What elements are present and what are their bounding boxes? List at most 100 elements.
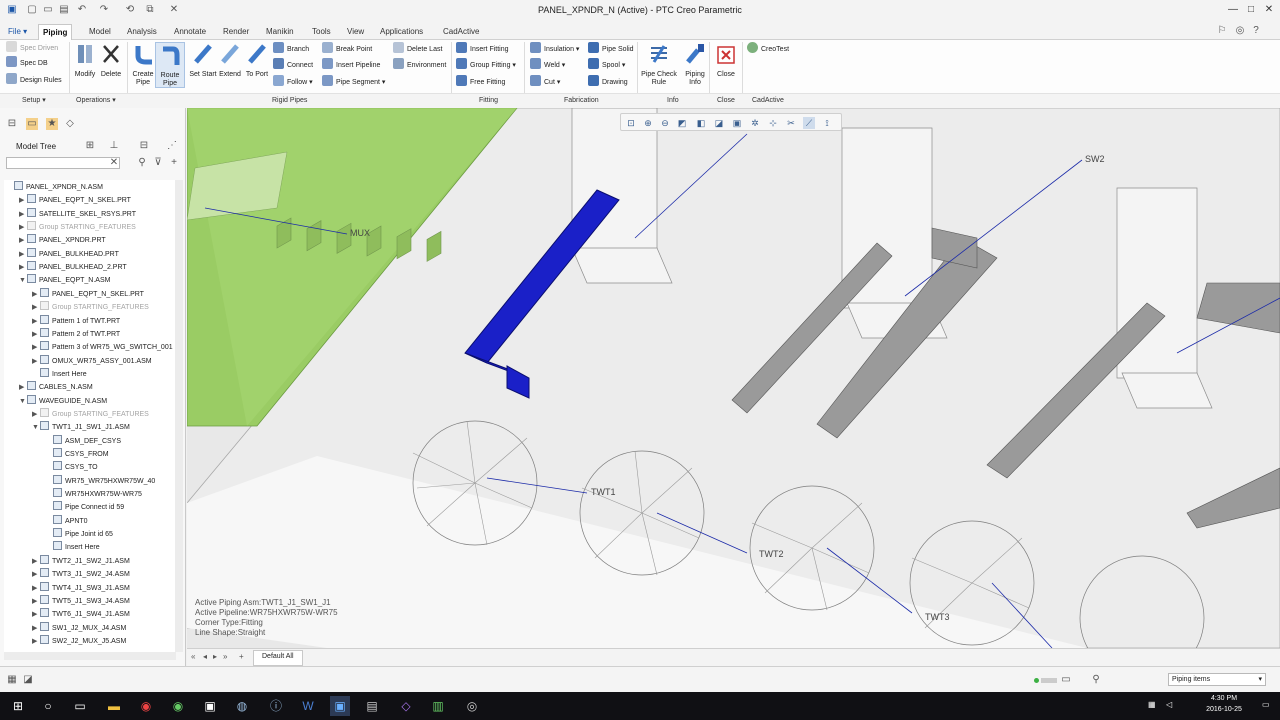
- tree-row[interactable]: ▶ SW1_J2_MUX_J4.ASM: [4, 621, 126, 635]
- tree-row[interactable]: ▶ PANEL_EQPT_N_SKEL.PRT: [4, 287, 144, 301]
- refit-icon[interactable]: ⊡: [625, 117, 637, 129]
- group-setup[interactable]: Setup ▾: [22, 95, 46, 107]
- maximize-icon[interactable]: □: [1244, 3, 1258, 17]
- chrome-alt-icon[interactable]: ◉: [168, 696, 188, 716]
- tree-row[interactable]: ▶ PANEL_BULKHEAD_2.PRT: [4, 261, 127, 274]
- piping-info-button[interactable]: Piping Info: [680, 42, 710, 88]
- close-icon[interactable]: ✕: [1262, 3, 1276, 17]
- task-view-icon[interactable]: ▭: [70, 696, 90, 716]
- tree-row[interactable]: ▶ Pattern 3 of WR75_WG_SWITCH_001: [4, 341, 173, 354]
- file-explorer-icon[interactable]: ▬: [104, 696, 124, 716]
- expand-icon[interactable]: ▶: [32, 568, 40, 581]
- selection-filter-icon[interactable]: ⚲: [1090, 674, 1102, 686]
- spec-driven-button[interactable]: Spec Driven: [6, 41, 58, 55]
- tab-default-all[interactable]: Default All: [253, 650, 303, 666]
- expand-icon[interactable]: ▶: [19, 221, 27, 234]
- tree-row[interactable]: APNT0: [4, 514, 88, 528]
- tab-nav-prev-icon[interactable]: ◂: [203, 652, 207, 661]
- pipe-check-rule-button[interactable]: Pipe Check Rule: [640, 42, 678, 88]
- model-3d-scene[interactable]: [187, 108, 1280, 648]
- tree-row[interactable]: ▶ TWT3_J1_SW2_J4.ASM: [4, 568, 130, 581]
- favorites-icon[interactable]: ★: [46, 118, 58, 130]
- collapse-icon[interactable]: ▼: [32, 421, 40, 434]
- tree-row[interactable]: Pipe Joint id 65: [4, 528, 113, 541]
- expand-icon[interactable]: ▶: [19, 234, 27, 247]
- settings-icon[interactable]: ◎: [1234, 25, 1246, 37]
- tree-options-icon[interactable]: ⋰: [166, 140, 178, 152]
- tree-row[interactable]: Insert Here: [4, 367, 87, 381]
- datum-display-icon[interactable]: ⊹: [767, 117, 779, 129]
- insulation-button[interactable]: Insulation ▾: [530, 42, 579, 56]
- creotest-button[interactable]: CreoTest: [747, 42, 789, 56]
- cut-button[interactable]: Cut ▾: [530, 75, 560, 89]
- tree-row[interactable]: CSYS_TO: [4, 461, 98, 474]
- expand-icon[interactable]: ▶: [19, 248, 27, 261]
- expand-icon[interactable]: ▶: [32, 555, 40, 568]
- tree-row[interactable]: ASM_DEF_CSYS: [4, 434, 121, 448]
- tab-nav-last-icon[interactable]: »: [223, 652, 227, 661]
- tree-row[interactable]: ▶ CABLES_N.ASM: [4, 381, 93, 394]
- free-fitting-button[interactable]: Free Fitting: [456, 75, 505, 89]
- tab-model[interactable]: Model: [85, 24, 115, 40]
- expand-icon[interactable]: ▶: [32, 608, 40, 621]
- zoom-out-icon[interactable]: ⊖: [659, 117, 671, 129]
- word-icon[interactable]: W: [298, 696, 318, 716]
- route-pipe-button[interactable]: Route Pipe: [155, 42, 185, 88]
- app-folder-icon[interactable]: ▤: [362, 696, 382, 716]
- zoom-in-icon[interactable]: ⊕: [642, 117, 654, 129]
- expand-icon[interactable]: ▶: [19, 208, 27, 221]
- tab-nav-next-icon[interactable]: ▸: [213, 652, 217, 661]
- pipe-display-icon[interactable]: ⟟: [821, 117, 833, 129]
- tree-row[interactable]: ▶ Group STARTING_FEATURES: [4, 221, 136, 234]
- connect-button[interactable]: Connect: [273, 58, 313, 72]
- notepad-icon[interactable]: ▥: [428, 696, 448, 716]
- tab-tools[interactable]: Tools: [308, 24, 335, 40]
- navigator-toggle-icon[interactable]: ▦: [6, 674, 18, 686]
- delete-last-button[interactable]: Delete Last: [393, 42, 442, 56]
- tree-row[interactable]: ▶ OMUX_WR75_ASSY_001.ASM: [4, 354, 152, 368]
- expand-icon[interactable]: ▶: [32, 341, 40, 354]
- tree-row[interactable]: Pipe Connect id 59: [4, 501, 124, 514]
- tree-row[interactable]: ▶ TWT4_J1_SW3_J1.ASM: [4, 581, 130, 595]
- add-tab-icon[interactable]: +: [239, 652, 244, 661]
- repaint-icon[interactable]: ◩: [676, 117, 688, 129]
- expand-icon[interactable]: ▶: [32, 595, 40, 608]
- folder-browser-icon[interactable]: ▭: [26, 118, 38, 130]
- expand-icon[interactable]: ▶: [19, 194, 27, 207]
- tree-row[interactable]: WR75HXWR75W-WR75: [4, 488, 142, 501]
- tab-piping[interactable]: Piping: [38, 24, 73, 40]
- help-icon[interactable]: ?: [1250, 25, 1262, 37]
- branch-button[interactable]: Branch: [273, 42, 309, 56]
- tree-search-input[interactable]: [6, 157, 120, 169]
- app-settings-icon[interactable]: ◎: [462, 696, 482, 716]
- close-button[interactable]: Close: [711, 42, 741, 88]
- expand-icon[interactable]: ▶: [32, 288, 40, 301]
- view-manager-icon[interactable]: ▣: [731, 117, 743, 129]
- tab-annotate[interactable]: Annotate: [170, 24, 210, 40]
- add-icon[interactable]: +: [168, 157, 180, 169]
- tab-analysis[interactable]: Analysis: [123, 24, 161, 40]
- tree-row[interactable]: ▶ Group STARTING_FEATURES: [4, 301, 149, 314]
- expand-icon[interactable]: ▶: [32, 582, 40, 595]
- tree-row[interactable]: ▶ PANEL_XPNDR.PRT: [4, 234, 106, 247]
- tree-row[interactable]: WR75_WR75HXWR75W_40: [4, 474, 155, 488]
- tree-row[interactable]: ▼ WAVEGUIDE_N.ASM: [4, 394, 107, 408]
- tab-nav-first-icon[interactable]: «: [191, 652, 195, 661]
- weld-button[interactable]: Weld ▾: [530, 58, 565, 72]
- pipe-segment-button[interactable]: Pipe Segment ▾: [322, 75, 385, 89]
- cortana-icon[interactable]: ○: [38, 696, 58, 716]
- tree-vertical-scrollbar[interactable]: [175, 180, 183, 652]
- tree-horizontal-scrollbar[interactable]: [4, 652, 176, 660]
- tray-network-icon[interactable]: ▦: [1148, 700, 1156, 709]
- environment-button[interactable]: Environment: [393, 58, 446, 72]
- tab-render[interactable]: Render: [219, 24, 253, 40]
- app-info-icon[interactable]: ⓘ: [266, 696, 286, 716]
- tree-row[interactable]: ▶ TWT5_J1_SW3_J4.ASM: [4, 594, 130, 608]
- spool-button[interactable]: Spool ▾: [588, 58, 625, 72]
- insert-pipeline-button[interactable]: Insert Pipeline: [322, 58, 380, 72]
- tree-filter-icon[interactable]: ⊥: [108, 140, 120, 152]
- extend-button[interactable]: Extend: [215, 42, 245, 88]
- creo-taskbar-icon[interactable]: ▣: [330, 696, 350, 716]
- tree-row[interactable]: ▶ SW2_J2_MUX_J5.ASM: [4, 634, 126, 648]
- layers-icon[interactable]: ◇: [64, 118, 76, 130]
